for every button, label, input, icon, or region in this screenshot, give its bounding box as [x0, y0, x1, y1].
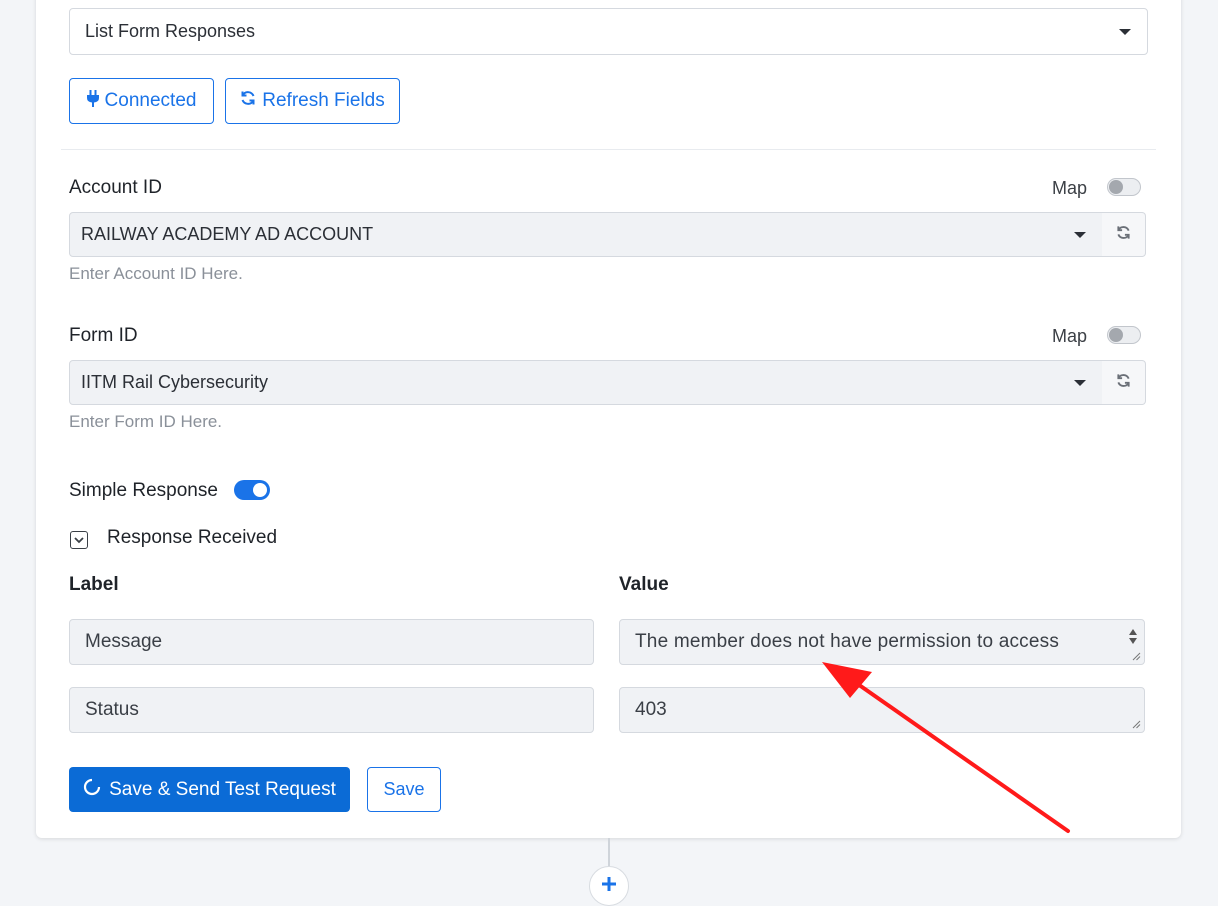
field-text: 403 [635, 699, 667, 720]
form-map-toggle[interactable] [1107, 326, 1141, 344]
refresh-fields-button[interactable]: Refresh Fields [225, 78, 400, 124]
refresh-icon [240, 90, 256, 112]
toggle-knob [1109, 328, 1123, 342]
connected-button[interactable]: Connected [69, 78, 214, 124]
annotation-arrow [822, 662, 1070, 833]
chevron-down-icon [74, 531, 84, 549]
form-id-hint: Enter Form ID Here. [69, 412, 223, 431]
response-label-field[interactable]: Message [69, 619, 594, 665]
account-id-select[interactable]: RAILWAY ACADEMY AD ACCOUNT [69, 212, 1103, 257]
account-map-toggle[interactable] [1107, 178, 1141, 196]
form-id-value: IITM Rail Cybersecurity [81, 372, 269, 392]
toggle-knob [1109, 180, 1123, 194]
add-step-button[interactable] [589, 866, 629, 906]
response-received-label: Response Received [107, 527, 278, 548]
account-id-value: RAILWAY ACADEMY AD ACCOUNT [81, 224, 374, 244]
response-received-collapse[interactable] [70, 531, 88, 549]
refresh-icon [1116, 225, 1131, 245]
section-divider [61, 149, 1156, 150]
account-id-label: Account ID [69, 177, 162, 198]
save-label: Save [383, 779, 425, 799]
account-map-label: Map [1052, 178, 1088, 198]
chevron-down-icon [1119, 28, 1131, 35]
account-id-hint: Enter Account ID Here. [69, 264, 243, 283]
resize-handle-icon[interactable] [1132, 652, 1141, 661]
spinner-icon [83, 778, 101, 802]
field-text: Message [85, 631, 163, 652]
toggle-knob [253, 483, 267, 497]
save-button[interactable]: Save [367, 767, 441, 812]
plug-icon [86, 89, 99, 113]
save-send-test-button[interactable]: Save & Send Test Request [69, 767, 350, 812]
chevron-down-icon [1074, 379, 1086, 386]
label-column-header: Label [69, 574, 119, 595]
connected-label: Connected [104, 90, 197, 111]
plus-icon [601, 876, 617, 897]
simple-response-label: Simple Response [69, 480, 218, 501]
chevron-down-icon [1074, 231, 1086, 238]
refresh-icon [1116, 373, 1131, 393]
refresh-fields-label: Refresh Fields [262, 90, 385, 111]
simple-response-toggle[interactable] [234, 480, 270, 500]
account-refresh-button[interactable] [1102, 212, 1146, 257]
action-select[interactable]: List Form Responses [69, 8, 1148, 55]
save-send-label: Save & Send Test Request [109, 778, 336, 800]
value-column-header: Value [619, 574, 669, 595]
action-select-value: List Form Responses [85, 21, 256, 41]
field-text: Status [85, 699, 139, 720]
form-map-label: Map [1052, 326, 1088, 346]
response-label-field[interactable]: Status [69, 687, 594, 733]
resize-handle-icon[interactable] [1132, 720, 1141, 729]
form-id-select[interactable]: IITM Rail Cybersecurity [69, 360, 1103, 405]
form-refresh-button[interactable] [1102, 360, 1146, 405]
form-id-label: Form ID [69, 325, 138, 346]
